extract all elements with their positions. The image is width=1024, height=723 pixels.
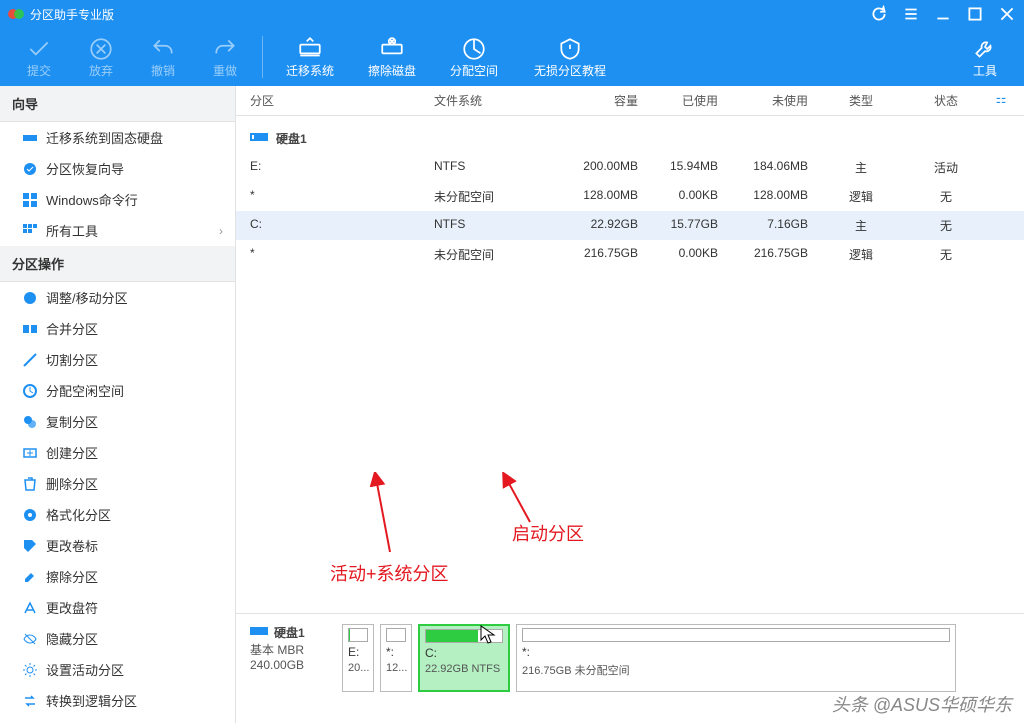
close-icon[interactable] bbox=[998, 5, 1016, 23]
recover-icon bbox=[22, 161, 38, 177]
windows-icon bbox=[22, 192, 38, 208]
create-icon bbox=[22, 445, 38, 461]
resize-icon bbox=[22, 290, 38, 306]
annotation-active-system: 活动+系统分区 bbox=[330, 560, 449, 586]
gear-icon bbox=[22, 662, 38, 678]
menu-icon[interactable] bbox=[902, 5, 920, 23]
partition-table-header: 分区 文件系统 容量 已使用 未使用 类型 状态 ⚏ bbox=[236, 86, 1024, 116]
tools-button[interactable]: 工具 bbox=[954, 28, 1016, 86]
disk-icon bbox=[22, 130, 38, 146]
label-icon bbox=[22, 538, 38, 554]
annotation-boot: 启动分区 bbox=[512, 520, 584, 546]
table-row[interactable]: *未分配空间128.00MB0.00KB128.00MB逻辑无 bbox=[236, 182, 1024, 211]
allocate-space-button[interactable]: 分配空间 bbox=[433, 28, 515, 86]
col-status: 状态 bbox=[906, 92, 986, 109]
sidebar-item-to-logical[interactable]: 转换到逻辑分区 bbox=[0, 685, 235, 716]
minimize-icon[interactable] bbox=[934, 5, 952, 23]
ops-section: 分区操作 bbox=[0, 246, 235, 282]
letter-icon bbox=[22, 600, 38, 616]
sidebar-item-delete[interactable]: 删除分区 bbox=[0, 468, 235, 499]
refresh-icon[interactable] bbox=[870, 5, 888, 23]
col-free: 未使用 bbox=[726, 92, 816, 109]
sidebar-item-hide[interactable]: 隐藏分区 bbox=[0, 623, 235, 654]
sidebar-item-create[interactable]: 创建分区 bbox=[0, 437, 235, 468]
app-logo-icon bbox=[8, 6, 24, 22]
col-used: 已使用 bbox=[646, 92, 726, 109]
table-row[interactable]: *未分配空间216.75GB0.00KB216.75GB逻辑无 bbox=[236, 240, 1024, 269]
sidebar-item-copy[interactable]: 复制分区 bbox=[0, 406, 235, 437]
redo-button[interactable]: 重做 bbox=[194, 28, 256, 86]
sidebar-item-wipe[interactable]: 擦除分区 bbox=[0, 561, 235, 592]
convert-icon bbox=[22, 693, 38, 709]
col-type: 类型 bbox=[816, 92, 906, 109]
format-icon bbox=[22, 507, 38, 523]
maximize-icon[interactable] bbox=[966, 5, 984, 23]
sidebar-item-resize[interactable]: 调整/移动分区 bbox=[0, 282, 235, 313]
sidebar-item-merge[interactable]: 合并分区 bbox=[0, 313, 235, 344]
disk-row[interactable]: 硬盘1 bbox=[236, 124, 1024, 153]
clock-icon bbox=[22, 383, 38, 399]
migrate-system-button[interactable]: 迁移系统 bbox=[269, 28, 351, 86]
col-capacity: 容量 bbox=[546, 92, 646, 109]
tutorial-button[interactable]: 无损分区教程 bbox=[515, 28, 625, 86]
wipe-disk-button[interactable]: 擦除磁盘 bbox=[351, 28, 433, 86]
col-filesystem: 文件系统 bbox=[426, 92, 546, 109]
copy-icon bbox=[22, 414, 38, 430]
col-partition: 分区 bbox=[236, 92, 426, 109]
discard-button[interactable]: 放弃 bbox=[70, 28, 132, 86]
sidebar-item-all-tools[interactable]: 所有工具› bbox=[0, 215, 235, 246]
watermark: 头条 @ASUS华硕华东 bbox=[832, 691, 1012, 717]
disk-map-partition[interactable]: *:216.75GB 未分配空间 bbox=[516, 624, 956, 692]
disk-icon bbox=[250, 130, 268, 147]
app-title: 分区助手专业版 bbox=[30, 6, 870, 23]
table-row[interactable]: C:NTFS22.92GB15.77GB7.16GB主无 bbox=[236, 211, 1024, 240]
sidebar-item-recover[interactable]: 分区恢复向导 bbox=[0, 153, 235, 184]
wizard-section: 向导 bbox=[0, 86, 235, 122]
sidebar-item-label[interactable]: 更改卷标 bbox=[0, 530, 235, 561]
disk-map-partition[interactable]: E:20... bbox=[342, 624, 374, 692]
sidebar-item-format[interactable]: 格式化分区 bbox=[0, 499, 235, 530]
partition-table-body: 硬盘1 E:NTFS200.00MB15.94MB184.06MB主活动*未分配… bbox=[236, 116, 1024, 613]
sidebar-item-migrate-ssd[interactable]: 迁移系统到固态硬盘 bbox=[0, 122, 235, 153]
disk-icon bbox=[250, 624, 268, 641]
sidebar-item-split[interactable]: 切割分区 bbox=[0, 344, 235, 375]
sidebar-item-cmdline[interactable]: Windows命令行 bbox=[0, 184, 235, 215]
view-options-icon[interactable]: ⚏ bbox=[986, 92, 1016, 109]
chevron-right-icon: › bbox=[219, 224, 223, 238]
split-icon bbox=[22, 352, 38, 368]
sidebar: 向导 迁移系统到固态硬盘 分区恢复向导 Windows命令行 所有工具› 分区操… bbox=[0, 86, 236, 723]
grid-icon bbox=[22, 223, 38, 239]
table-row[interactable]: E:NTFS200.00MB15.94MB184.06MB主活动 bbox=[236, 153, 1024, 182]
merge-icon bbox=[22, 321, 38, 337]
sidebar-item-letter[interactable]: 更改盘符 bbox=[0, 592, 235, 623]
sidebar-item-alloc-free[interactable]: 分配空闲空间 bbox=[0, 375, 235, 406]
hide-icon bbox=[22, 631, 38, 647]
disk-map-partition[interactable]: C:22.92GB NTFS bbox=[418, 624, 510, 692]
disk-map-partition[interactable]: *:12... bbox=[380, 624, 412, 692]
wipe-icon bbox=[22, 569, 38, 585]
sidebar-item-set-active[interactable]: 设置活动分区 bbox=[0, 654, 235, 685]
delete-icon bbox=[22, 476, 38, 492]
undo-button[interactable]: 撤销 bbox=[132, 28, 194, 86]
commit-button[interactable]: 提交 bbox=[8, 28, 70, 86]
